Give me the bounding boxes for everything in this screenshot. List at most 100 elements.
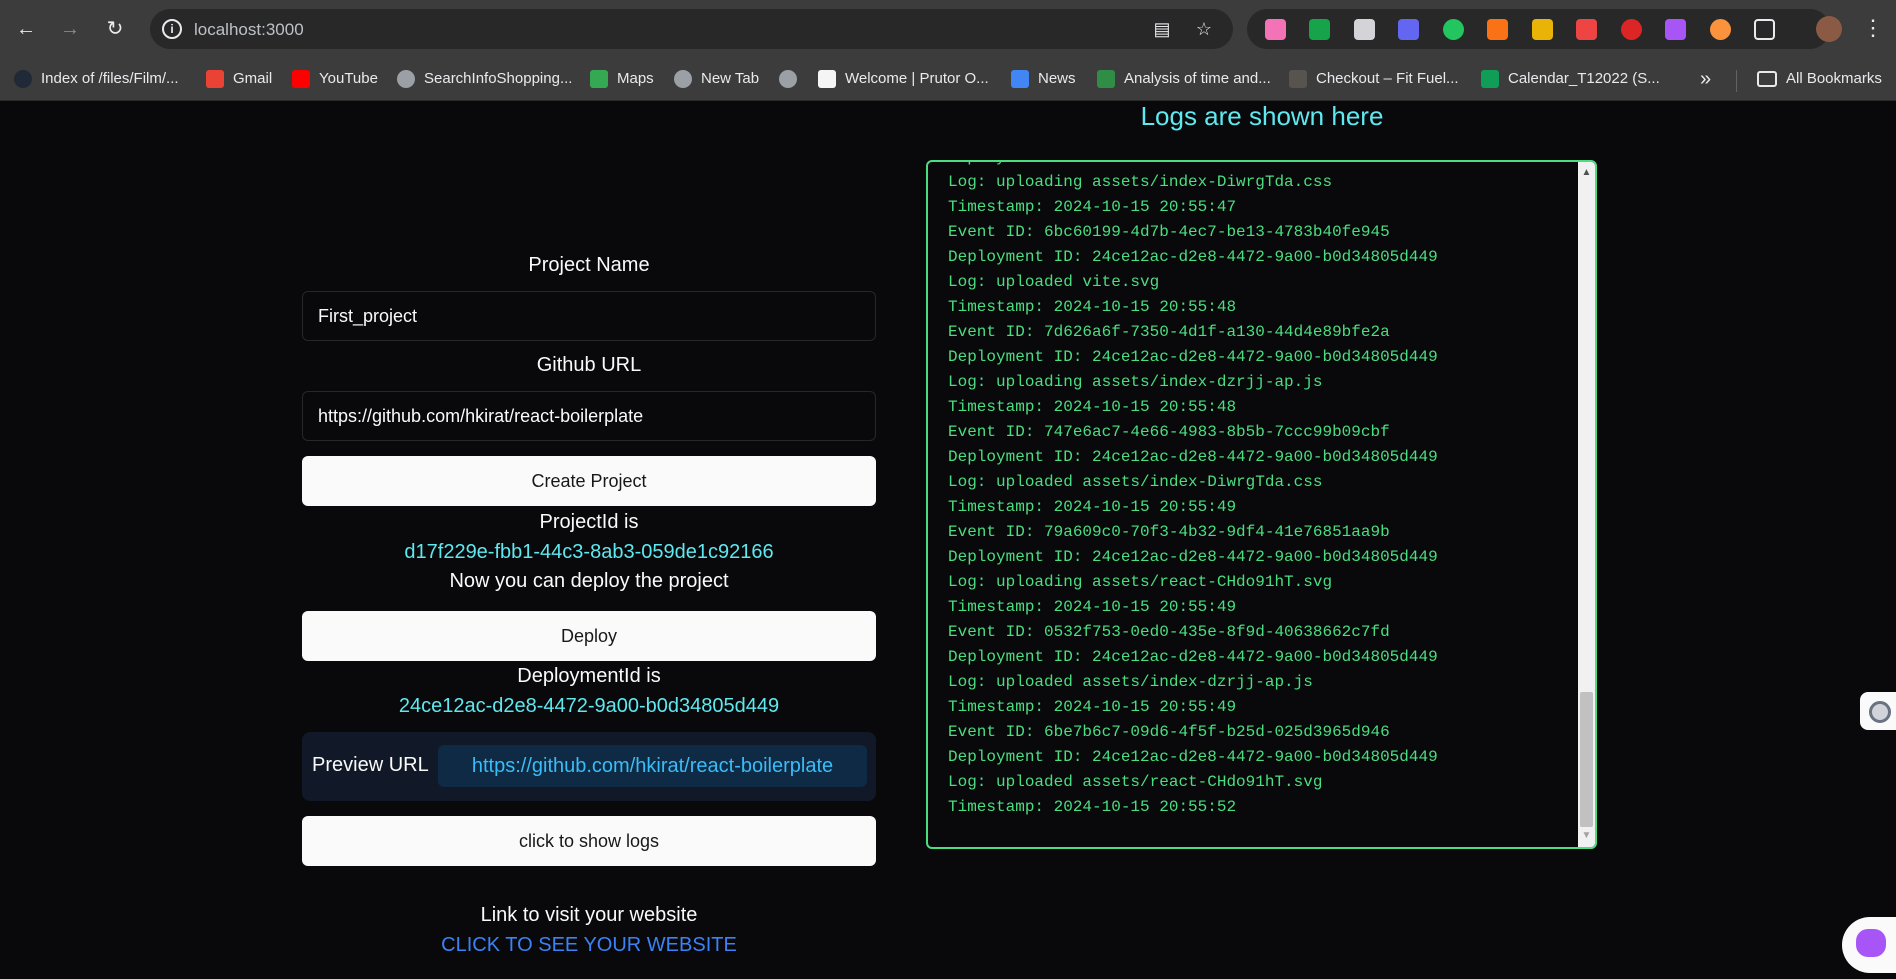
bookmark-item[interactable] [779,68,806,90]
preview-url-link[interactable]: https://github.com/hkirat/react-boilerpl… [438,745,867,787]
deployment-id-label: DeploymentId is [517,665,661,687]
log-line: Event ID: 6bc60199-4d7b-4ec7-be13-4783b4… [948,223,1390,241]
url-host: localhost [194,20,262,39]
extension-icon[interactable] [1354,19,1375,40]
project-id-value: d17f229e-fbb1-44c3-8ab3-059de1c92166 [404,541,774,563]
bookmarks-overflow-icon[interactable]: » [1700,68,1711,90]
bookmark-item[interactable]: Welcome | Prutor O... [818,68,989,90]
star-icon[interactable]: ☆ [1194,19,1214,39]
extension-icon[interactable] [1532,19,1553,40]
extension-icon[interactable] [1398,19,1419,40]
bookmark-item[interactable]: SearchInfoShopping... [397,68,572,90]
log-line: Event ID: 6be7b6c7-09d6-4f5f-b25d-025d39… [948,723,1390,741]
bookmarks-divider [1736,70,1737,92]
extension-icon[interactable] [1710,19,1731,40]
bookmark-item[interactable]: New Tab [674,68,759,90]
log-line: Log: uploading assets/react-CHdo91hT.svg [948,573,1333,591]
log-line: Deployment ID: 24ce12ac-d2e8-4472-9a00-b… [948,162,1568,170]
site-info-icon[interactable]: i [162,19,182,39]
extension-icon[interactable] [1309,19,1330,40]
project-name-label: Project Name [528,254,650,276]
log-line: Timestamp: 2024-10-15 20:55:48 [948,298,1237,316]
maps-icon [590,70,608,88]
bookmark-item[interactable]: Gmail [206,68,272,90]
project-id-label: ProjectId is [539,511,639,533]
sheets-icon [1481,70,1499,88]
log-line: Timestamp: 2024-10-15 20:55:49 [948,498,1237,516]
scroll-down-arrow-icon[interactable]: ▼ [1578,829,1595,843]
deployment-id-value: 24ce12ac-d2e8-4472-9a00-b0d34805d449 [398,695,780,717]
gfg-icon [1097,70,1115,88]
bookmark-item[interactable]: Index of /files/Film/... [14,68,179,90]
reload-icon[interactable]: ↻ [101,15,129,43]
gmail-icon [206,70,224,88]
extensions-bar [1247,9,1830,49]
deploy-hint: Now you can deploy the project [449,570,729,592]
profile-avatar[interactable] [1816,16,1842,42]
deploy-button[interactable]: Deploy [302,611,876,661]
log-line: Event ID: 79a609c0-70f3-4b32-9df4-41e768… [948,523,1390,541]
log-line: Timestamp: 2024-10-15 20:55:49 [948,698,1237,716]
bookmark-label: Checkout – Fit Fuel... [1316,70,1459,87]
scroll-up-arrow-icon[interactable]: ▲ [1578,166,1595,180]
logs-list: Deployment ID: 24ce12ac-d2e8-4472-9a00-b… [948,162,1568,820]
log-line: Log: uploaded assets/index-dzrjj-ap.js [948,673,1313,691]
bookmark-item[interactable]: YouTube [292,68,378,90]
bookmark-item[interactable]: Maps [590,68,654,90]
log-line: Timestamp: 2024-10-15 20:55:47 [948,198,1237,216]
youtube-icon [292,70,310,88]
logs-title: Logs are shown here [1140,101,1384,131]
logs-panel[interactable]: Deployment ID: 24ce12ac-d2e8-4472-9a00-b… [926,160,1597,849]
address-bar[interactable]: i localhost:3000 ▤ ☆ [150,9,1233,49]
back-icon[interactable]: ← [12,15,40,43]
github-url-input[interactable] [302,391,876,441]
bookmark-label: Gmail [233,70,273,87]
shield-icon [14,70,32,88]
log-line: Deployment ID: 24ce12ac-d2e8-4472-9a00-b… [948,648,1438,666]
prutor-icon [818,70,836,88]
bookmark-label: Welcome | Prutor O... [845,70,989,87]
logs-scrollbar[interactable]: ▲ ▼ [1578,162,1595,847]
url-port: :3000 [261,20,304,39]
globe-icon [674,70,692,88]
forward-icon[interactable]: → [56,15,84,43]
address-bar-url[interactable]: localhost:3000 [194,20,304,40]
log-line: Deployment ID: 24ce12ac-d2e8-4472-9a00-b… [948,348,1438,366]
log-line: Deployment ID: 24ce12ac-d2e8-4472-9a00-b… [948,448,1438,466]
bookmark-label: Analysis of time and... [1124,70,1271,87]
bookmark-item[interactable]: Calendar_T12022 (S... [1481,68,1660,90]
bookmark-item[interactable]: Analysis of time and... [1097,68,1271,90]
log-line: Timestamp: 2024-10-15 20:55:49 [948,598,1237,616]
extension-icon[interactable] [1487,19,1508,40]
all-bookmarks-button[interactable]: All Bookmarks [1757,68,1882,90]
floating-widget[interactable] [1860,692,1896,730]
log-line: Log: uploading assets/index-DiwrgTda.css [948,173,1333,191]
translate-icon[interactable]: ▤ [1152,19,1172,39]
log-line: Log: uploading assets/index-dzrjj-ap.js [948,373,1323,391]
bookmark-label: Index of /files/Film/... [41,70,179,87]
bookmark-item[interactable]: Checkout – Fit Fuel... [1289,68,1459,90]
visit-website-link[interactable]: CLICK TO SEE YOUR WEBSITE [302,934,876,957]
extensions-puzzle-icon[interactable] [1754,19,1775,40]
scrollbar-thumb[interactable] [1580,692,1593,827]
extension-icon[interactable] [1265,19,1286,40]
extension-icon[interactable] [1443,19,1464,40]
create-project-button[interactable]: Create Project [302,456,876,506]
log-line: Deployment ID: 24ce12ac-d2e8-4472-9a00-b… [948,248,1438,266]
project-name-input[interactable] [302,291,876,341]
extension-icon[interactable] [1621,19,1642,40]
menu-kebab-icon[interactable]: ⋮ [1862,14,1884,42]
extension-icon[interactable] [1576,19,1597,40]
bookmark-label: Maps [617,70,654,87]
log-line: Deployment ID: 24ce12ac-d2e8-4472-9a00-b… [948,748,1438,766]
assistant-icon [1869,701,1891,723]
bookmark-item[interactable]: News [1011,68,1076,90]
show-logs-button[interactable]: click to show logs [302,816,876,866]
globe-icon [779,70,797,88]
globe-icon [397,70,415,88]
floating-assistant-button[interactable] [1842,917,1896,973]
log-line: Log: uploaded assets/react-CHdo91hT.svg [948,773,1323,791]
extension-icon[interactable] [1665,19,1686,40]
bookmark-label: New Tab [701,70,760,87]
log-line: Event ID: 7d626a6f-7350-4d1f-a130-44d4e8… [948,323,1390,341]
